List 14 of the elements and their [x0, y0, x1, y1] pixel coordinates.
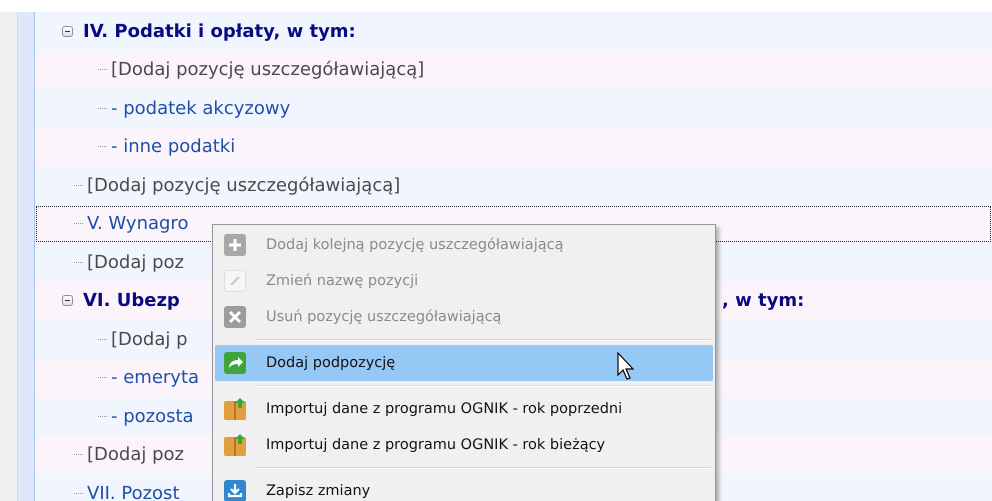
tree-item-label: - pozosta [111, 406, 194, 427]
tree-item-label: - inne podatki [111, 136, 236, 158]
tree-item-label: - podatek akcyzowy [111, 98, 290, 119]
tree-item-label: [Dodaj p [111, 328, 188, 350]
tree-item-label: [Dodaj poz [87, 252, 184, 273]
tree-item-label: [Dodaj poz [87, 444, 184, 466]
tree-item-label: VII. Pozost [87, 482, 180, 501]
tree-item-label: [Dodaj pozycję uszczegóławiającą] [111, 59, 424, 80]
tree-item-label: [Dodaj pozycję uszczegóławiającą] [87, 174, 400, 196]
tree-item-label: - emeryta [111, 367, 200, 388]
tree-item-label: V. Wynagro [87, 213, 188, 234]
tree-item-label: , w tym: [722, 290, 804, 312]
tree-item-label: IV. Podatki i opłaty, w tym: [83, 20, 356, 42]
tree-item-label: VI. Ubezp [83, 290, 180, 312]
